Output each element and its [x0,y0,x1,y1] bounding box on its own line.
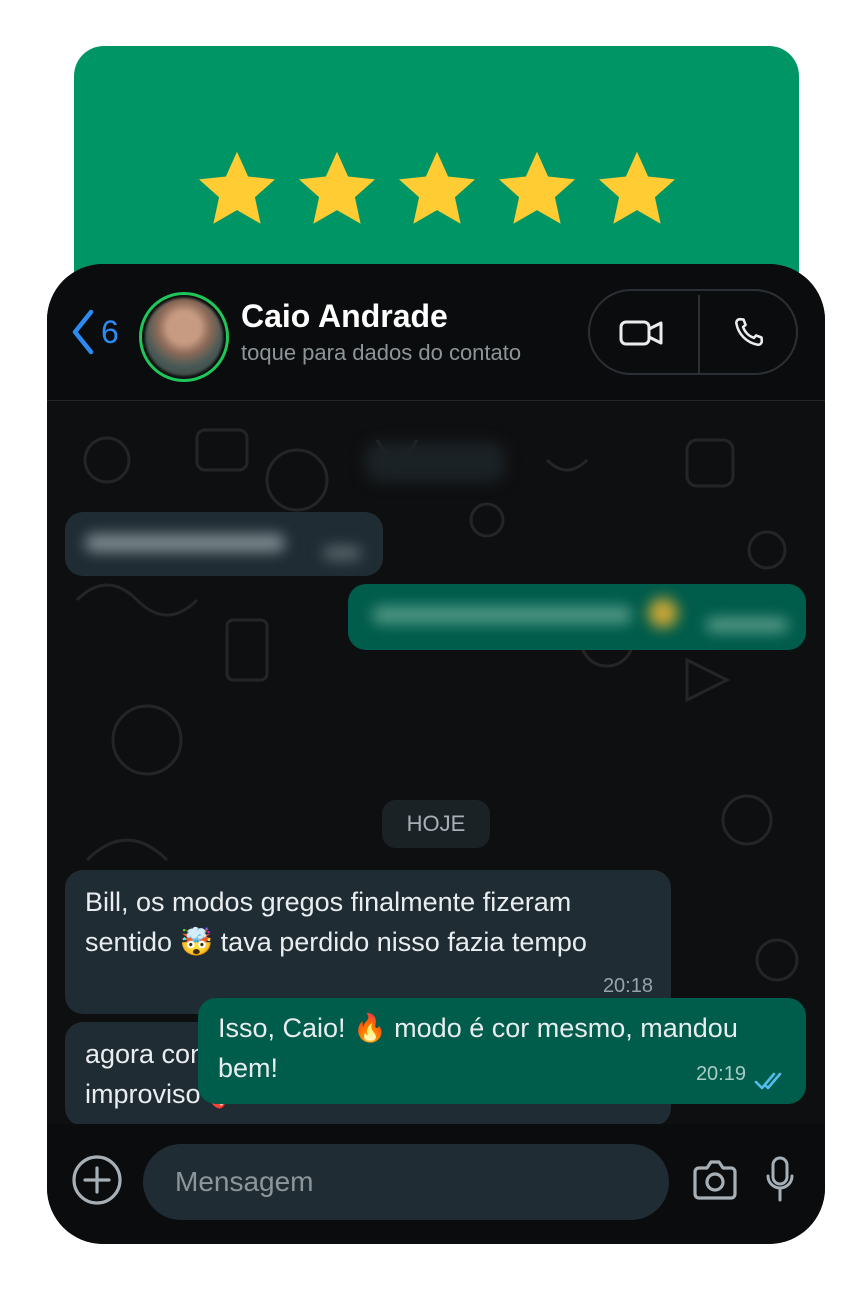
contact-name[interactable]: Caio Andrade [241,298,448,335]
blurred-message [348,584,806,650]
star-rating [74,146,799,232]
call-actions [588,289,798,375]
blurred-message [65,512,383,576]
avatar-photo [145,298,223,376]
microphone-icon[interactable] [765,1156,795,1202]
composer-bar [47,1124,825,1244]
avatar[interactable] [139,292,229,382]
star-icon [298,151,375,224]
message-input[interactable] [143,1144,669,1220]
blurred-time [323,546,361,560]
message-time: 20:19 [695,1063,746,1085]
star-icon [198,151,275,224]
back-button[interactable]: 6 [69,308,119,356]
blurred-date-chip [365,442,505,482]
voice-call-button[interactable] [724,309,772,357]
video-camera-icon [619,320,663,346]
chat-header: 6 Caio Andrade toque para dados do conta… [47,264,825,401]
chevron-left-icon [72,309,94,355]
message-bubble[interactable]: Isso, Caio! 🔥 modo é cor mesmo, mandou b… [198,998,806,1104]
contact-subtitle[interactable]: toque para dados do contato [241,340,521,366]
star-icon [498,151,575,224]
video-call-button[interactable] [618,309,666,357]
message-text: Isso, Caio! 🔥 modo é cor mesmo, mandou b… [218,1013,738,1083]
camera-icon[interactable] [691,1158,739,1202]
plus-circle-icon[interactable] [71,1154,123,1206]
blurred-text [372,606,632,624]
star-icon [598,151,675,224]
date-separator: HOJE [382,800,490,848]
phone-icon [735,317,764,346]
chat-window: 6 Caio Andrade toque para dados do conta… [47,264,825,1244]
message-bubble[interactable]: Bill, os modos gregos finalmente fizeram… [65,870,671,1014]
divider [698,295,700,373]
star-icon [398,151,475,224]
unread-count: 6 [101,313,119,350]
read-receipt-icon [754,1072,782,1090]
blurred-text [85,534,285,552]
message-text: Bill, os modos gregos finalmente fizeram… [85,887,587,957]
blurred-emoji [648,598,678,628]
blurred-time [706,618,788,632]
